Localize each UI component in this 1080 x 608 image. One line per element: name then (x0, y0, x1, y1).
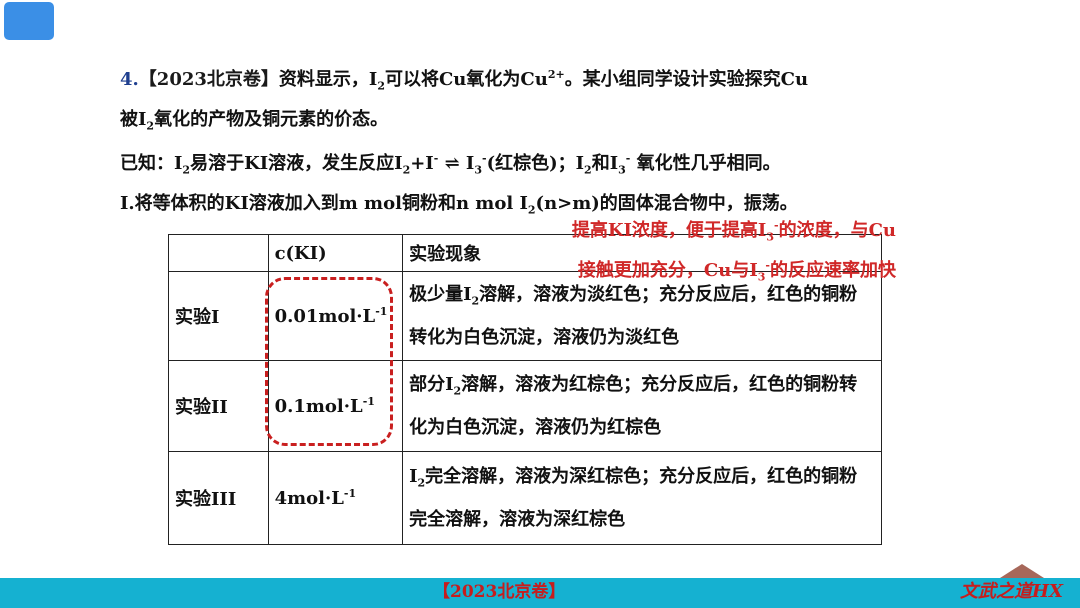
text-segment: 氧化性几乎相同。 (630, 153, 781, 175)
text-segment: I.将等体积的KI溶液加入到m mol铜粉和n mol I (120, 192, 528, 214)
highlight-dashed-box (265, 277, 393, 446)
annotation-line-1: 提高KI浓度，便于提高I3-的浓度，与Cu (486, 212, 896, 252)
question-line-1: 4.【2023北京卷】资料显示，I2可以将Cu氧化为Cu2+。某小组同学设计实验… (120, 58, 1020, 103)
up-arrow-icon[interactable] (1000, 564, 1044, 578)
subscript: 2 (417, 476, 426, 490)
question-line-2: 被I2氧化的产物及铜元素的价态。 (120, 103, 1020, 143)
text-segment: 极少量I (409, 283, 472, 305)
text-segment: (n>m)的固体混合物中，振荡。 (535, 192, 798, 214)
subscript: 2 (146, 119, 155, 133)
text-segment: 和I (591, 153, 619, 175)
text-segment: 溶解，溶液为红棕色；充分反应后，红色的铜粉转化为白色沉淀，溶液仍为红棕色 (409, 373, 858, 439)
header-cell-concentration: c(KI) (267, 234, 404, 272)
concentration-cell: 4mol·L-1 (267, 451, 404, 545)
subscript: 3 (474, 163, 483, 177)
text-segment: 可以将Cu氧化为Cu (384, 69, 548, 90)
annotation-note: 提高KI浓度，便于提高I3-的浓度，与Cu 接触更加充分，Cu与I3-的反应速率… (486, 212, 896, 291)
text-segment: 的反应速率加快 (770, 259, 896, 281)
text-segment: I (409, 465, 418, 487)
text-segment: 易溶于KI溶液，发生反应I (190, 153, 403, 175)
table-row: 实验III 4mol·L-1 I2完全溶解，溶液为深红棕色；充分反应后，红色的铜… (168, 451, 882, 545)
experiment-name: 实验II (168, 360, 269, 452)
subscript: 2 (471, 294, 480, 308)
subscript: 2 (584, 163, 592, 177)
experiment-name: 实验III (168, 451, 269, 545)
concentration-value: 4mol·L (274, 488, 344, 509)
question-line-3: 已知：I2易溶于KI溶液，发生反应I2+I- ⇌ I3-(红棕色)；I2和I3-… (120, 142, 1020, 187)
question-text: 4.【2023北京卷】资料显示，I2可以将Cu氧化为Cu2+。某小组同学设计实验… (120, 58, 1020, 226)
brand-watermark: 文武之道HX (960, 581, 1063, 602)
footer-label: 【2023北京卷】 (433, 582, 566, 602)
subscript: 3 (757, 270, 766, 284)
text-segment: (红棕色)；I (486, 153, 585, 175)
annotation-line-2: 接触更加充分，Cu与I3-的反应速率加快 (486, 252, 896, 292)
text-segment: 的浓度，与Cu (778, 220, 896, 241)
text-segment: +I (410, 153, 434, 175)
superscript: -1 (343, 487, 357, 500)
text-segment: 接触更加充分，Cu与I (577, 259, 758, 281)
text-segment: 完全溶解，溶液为深红棕色；充分反应后，红色的铜粉完全溶解，溶液为深红棕色 (409, 465, 858, 531)
text-segment: 部分I (409, 373, 454, 395)
subscript: 2 (453, 384, 462, 398)
superscript: 2+ (547, 68, 565, 81)
text-segment: 提高KI浓度，便于提高I (571, 220, 767, 241)
subscript: 2 (182, 163, 191, 177)
phenomenon-cell: I2完全溶解，溶液为深红棕色；充分反应后，红色的铜粉完全溶解，溶液为深红棕色 (402, 451, 882, 545)
text-segment: 被I (120, 108, 147, 130)
text-segment: 。某小组同学设计实验探究Cu (564, 69, 809, 90)
subscript: 3 (766, 230, 774, 244)
text-segment: 资料显示，I (278, 69, 378, 90)
phenomenon-cell: 部分I2溶解，溶液为红棕色；充分反应后，红色的铜粉转化为白色沉淀，溶液仍为红棕色 (402, 360, 882, 452)
corner-decoration (4, 2, 54, 40)
text-segment: ⇌ I (438, 153, 475, 175)
subscript: 3 (618, 163, 626, 177)
exam-tag: 【2023北京卷】 (138, 69, 279, 90)
header-cell-blank (168, 234, 269, 272)
subscript: 2 (377, 79, 385, 93)
text-segment: 氧化的产物及铜元素的价态。 (154, 108, 389, 130)
question-number: 4. (120, 69, 139, 90)
experiment-name: 实验I (168, 271, 269, 361)
text-segment: 已知：I (120, 153, 183, 175)
